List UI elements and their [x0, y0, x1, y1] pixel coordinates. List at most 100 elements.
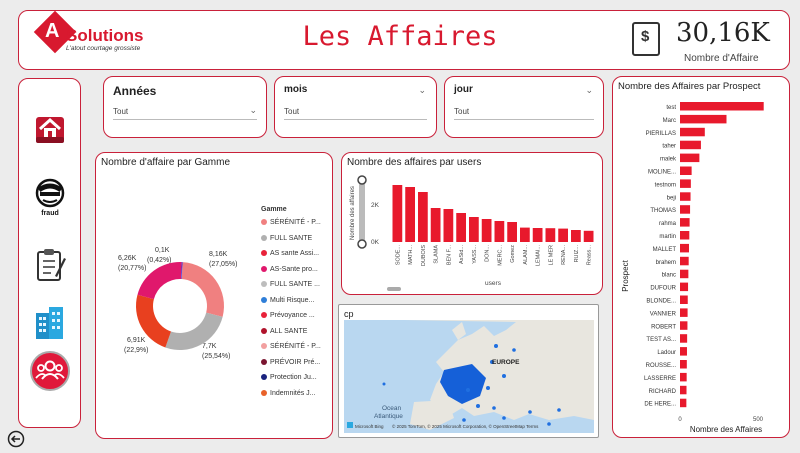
legend-item: AS sante Assi...: [261, 250, 319, 257]
users-tick-0k: 0K: [371, 239, 380, 246]
prospect-category-label: testnom: [655, 182, 676, 188]
prospect-tick-500: 500: [753, 417, 764, 423]
users-scrollbar[interactable]: [387, 287, 401, 291]
nav-buildings-button[interactable]: [30, 303, 70, 343]
users-bar: [571, 230, 581, 242]
users-category-label: MERC...: [497, 245, 503, 266]
prospect-category-label: MALLET: [653, 247, 677, 253]
users-bar: [405, 187, 415, 242]
bing-logo-icon: [347, 422, 353, 428]
filter-annees-dropdown[interactable]: Tout ⌄: [113, 104, 257, 120]
users-category-label: YASS...: [472, 245, 478, 264]
back-arrow-icon[interactable]: [7, 430, 25, 448]
users-category-label: SLAMA: [434, 245, 440, 264]
chevron-down-icon: ⌄: [249, 105, 257, 115]
users-bar-chart: Nombre des affaires 2K 0K users SODE... M…: [350, 175, 594, 291]
legend-dot: [261, 312, 267, 319]
clipboard-icon: [37, 249, 66, 281]
europe-map[interactable]: EUROPE Ocean Atlantique Microsoft Bing ©…: [344, 320, 594, 433]
users-bar: [392, 185, 403, 242]
fraud-icon: fraud: [35, 178, 65, 216]
legend-dot: [261, 389, 267, 396]
prospect-category-label: VANNIER: [650, 311, 677, 317]
prospect-bar: [680, 205, 691, 214]
users-bar: [532, 228, 543, 242]
filter-jour-label: jour: [454, 84, 473, 95]
legend-item: Protection Ju...: [261, 374, 317, 381]
prospect-bar: [680, 218, 690, 227]
prospect-category-label: Marc: [663, 118, 676, 124]
legend-label: Indemnités J...: [270, 389, 316, 397]
users-bar: [443, 209, 454, 242]
prospect-bar: [680, 321, 688, 330]
legend-label: SÉRÉNITÉ - P...: [270, 343, 321, 350]
prospect-category-label: THOMAS: [650, 208, 676, 214]
nav-sidebar: fraud: [18, 78, 81, 428]
users-category-label: AsSid...: [459, 245, 465, 264]
prospect-ylabel: Prospect: [621, 259, 630, 291]
donut-label-l5b: (25,54%): [202, 353, 230, 360]
donut-slice: [181, 262, 224, 317]
prospect-bar: [680, 282, 689, 292]
users-category-label: ALAM...: [523, 245, 529, 265]
svg-text:fraud: fraud: [41, 210, 59, 216]
donut-label-l1b: (0,42%): [147, 257, 172, 264]
slider-handle-bottom: [357, 239, 367, 249]
filter-annees: Années Tout ⌄: [103, 76, 267, 138]
legend-label: Multi Risque...: [270, 296, 315, 304]
prospect-bar: [680, 360, 687, 369]
prospect-bar: [680, 179, 691, 188]
legend-label: AS-Sante pro...: [270, 265, 318, 273]
kpi-value: 30,16K: [676, 18, 770, 48]
prospect-category-label: RICHARD: [649, 389, 677, 395]
filter-mois-label: mois: [284, 84, 308, 95]
users-bar: [430, 208, 441, 242]
nav-users-button[interactable]: [30, 351, 70, 391]
users-bar: [456, 213, 466, 242]
home-icon: [36, 117, 64, 143]
prospect-category-label: malek: [660, 157, 677, 163]
prospect-bar: [680, 372, 687, 382]
prospect-category-label: DUFOUR: [650, 286, 676, 292]
filter-jour-dropdown[interactable]: Tout: [454, 104, 594, 120]
users-bar: [494, 221, 505, 242]
filter-annees-label: Années: [113, 84, 157, 98]
map-label-ocean-2: Atlantique: [374, 413, 403, 420]
users-bar: [507, 222, 517, 242]
prospect-category-label: brahem: [656, 260, 676, 266]
legend-label: SÉRÉNITÉ - P...: [270, 219, 321, 226]
legend-item: FULL SANTE: [261, 235, 312, 242]
nav-clipboard-button[interactable]: [30, 245, 70, 285]
users-bar: [520, 227, 530, 242]
users-category-label: RUIZ...: [574, 245, 580, 263]
chevron-down-icon[interactable]: ⌄: [585, 85, 593, 96]
filter-mois-dropdown[interactable]: Tout: [284, 104, 427, 120]
legend-dot: [261, 327, 267, 334]
legend-item: PRÉVOIR Pré...: [261, 359, 320, 366]
prospect-category-label: LASSERRE: [644, 376, 676, 382]
legend-item: ALL SANTE: [261, 328, 307, 335]
prospect-category-label: Ladour: [657, 350, 676, 356]
prospect-bar: [680, 334, 688, 343]
users-bar: [469, 217, 479, 242]
prospect-category-label: TEST AS...: [646, 337, 676, 343]
legend-item: SÉRÉNITÉ - P...: [261, 219, 321, 226]
prospect-category-label: beji: [667, 195, 676, 201]
users-category-label: SODE...: [395, 245, 401, 266]
donut-label-l1: 0,1K: [155, 247, 170, 254]
prospect-bar: [680, 140, 701, 150]
legend-label: FULL SANTE: [270, 234, 313, 242]
prospect-bar: [680, 398, 687, 408]
chevron-down-icon[interactable]: ⌄: [418, 85, 426, 96]
prospect-bar: [680, 347, 687, 356]
nav-fraud-button[interactable]: fraud: [30, 177, 70, 217]
donut-label-l3b: (27,05%): [209, 261, 237, 268]
prospect-category-label: ROUSSE...: [646, 363, 677, 369]
prospect-category-label: martin: [659, 234, 676, 240]
donut-label-l3: 8,16K: [209, 251, 228, 258]
legend-label: Protection Ju...: [270, 374, 317, 381]
legend-label: Prévoyance ...: [270, 312, 315, 319]
users-category-label: LEMAI...: [536, 245, 542, 267]
users-category-label: Gomez: [510, 245, 516, 263]
nav-home-button[interactable]: [30, 109, 70, 149]
